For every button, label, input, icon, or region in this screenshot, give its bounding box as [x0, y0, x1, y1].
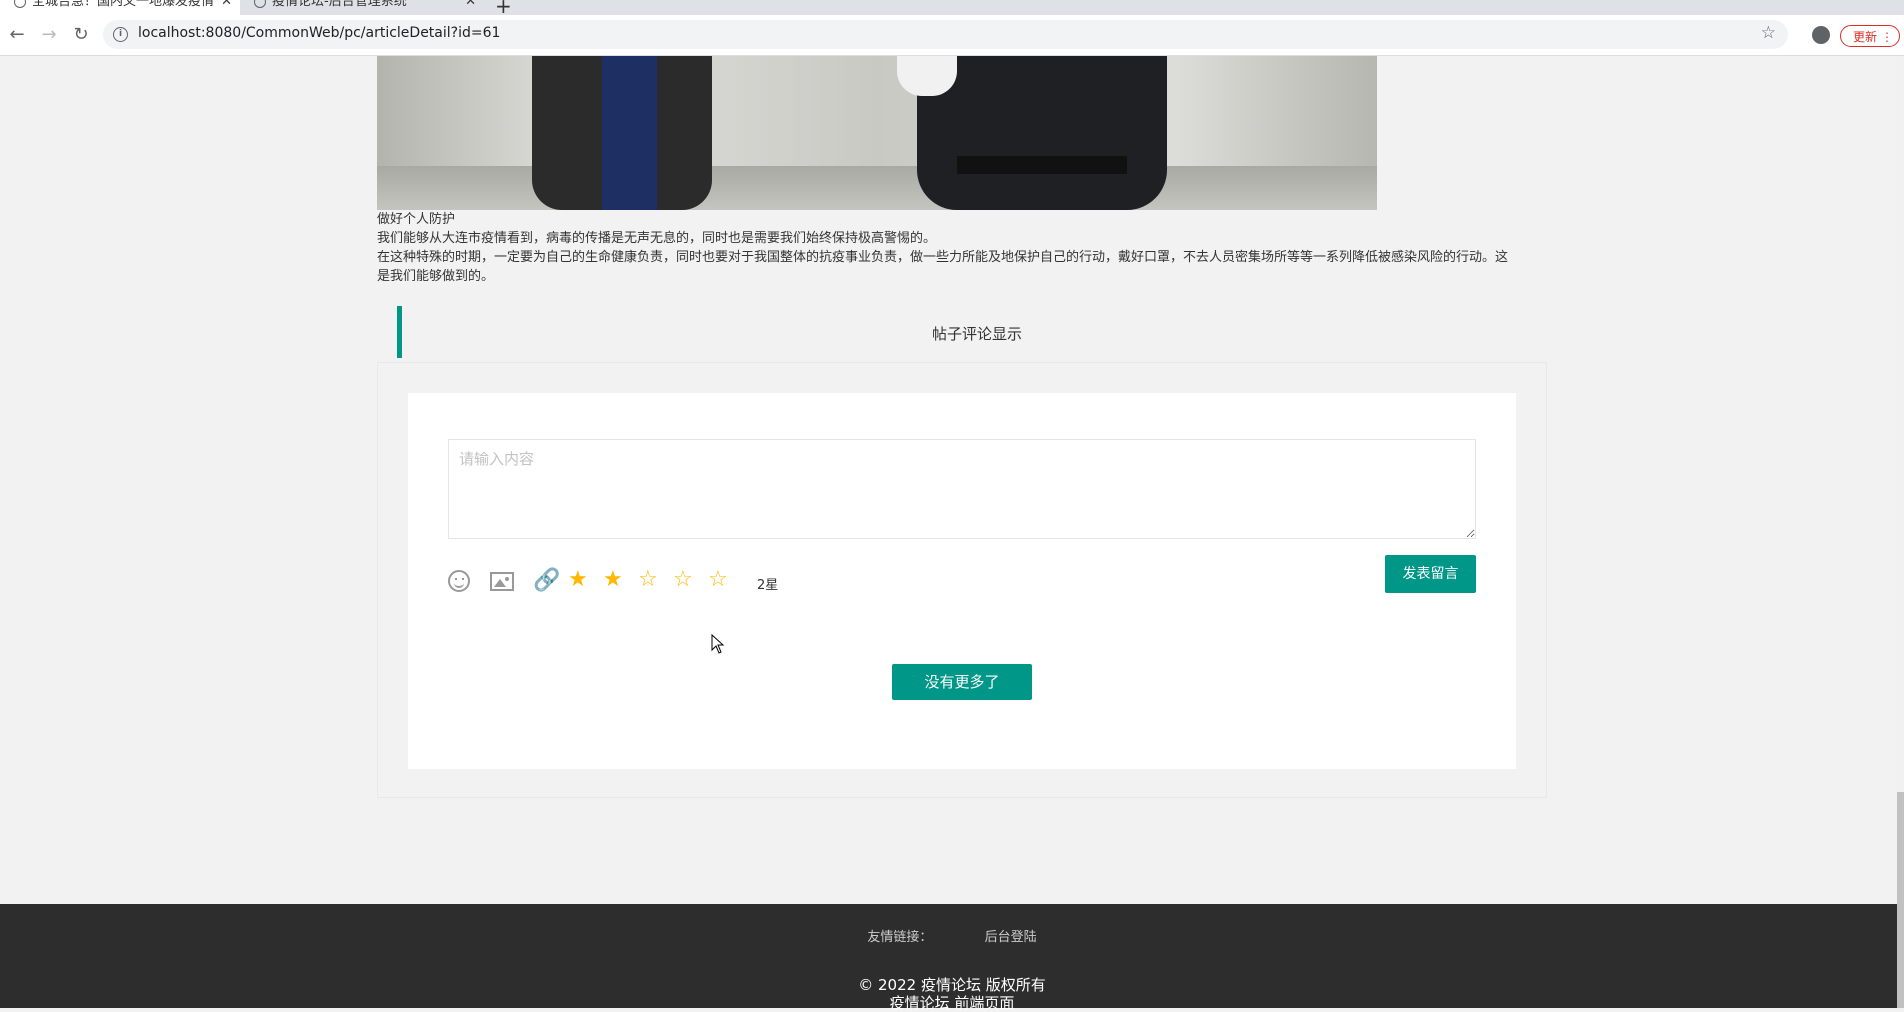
article-paragraph: 在这种特殊的时期，一定要为自己的生命健康负责，同时也要对于我国整体的抗疫事业负责… [377, 250, 1509, 284]
scrollbar-thumb[interactable] [1897, 792, 1904, 1008]
globe-icon [254, 0, 266, 8]
footer-copyright: © 2022 疫情论坛 版权所有 疫情论坛 前端页面 [0, 976, 1904, 1012]
comments-title-text: 帖子评论显示 [931, 325, 1022, 343]
browser-toolbar: ← → ↻ i localhost:8080/CommonWeb/pc/arti… [0, 15, 1904, 56]
comments-section-title: 帖子评论显示 [397, 306, 1552, 358]
article-image [377, 56, 1377, 210]
friend-links-label: 友情链接： [867, 930, 933, 945]
info-icon[interactable]: i [113, 27, 128, 42]
url-text[interactable]: localhost:8080/CommonWeb/pc/articleDetai… [138, 25, 500, 41]
copyright-text: © 2022 疫情论坛 版权所有 [858, 976, 1046, 994]
no-more-button[interactable]: 没有更多了 [892, 664, 1032, 700]
page-scrollbar[interactable] [1897, 56, 1904, 1008]
close-icon[interactable]: ✕ [465, 0, 476, 13]
photo-floor [377, 166, 1377, 210]
tab-admin[interactable]: 疫情论坛-后台管理系统 ✕ [254, 0, 484, 15]
back-icon[interactable]: ← [6, 24, 28, 45]
close-icon[interactable]: ✕ [221, 0, 232, 13]
footer-links: 友情链接： 后台登陆 [0, 926, 1904, 945]
menu-dots-icon: ⋮ [1881, 30, 1893, 44]
update-label: 更新 [1853, 30, 1878, 44]
address-bar[interactable]: i localhost:8080/CommonWeb/pc/articleDet… [103, 20, 1788, 49]
footer-subtitle: 疫情论坛 前端页面 [889, 994, 1015, 1012]
photo-wall [377, 56, 1377, 166]
article-paragraph: 做好个人防护 [377, 212, 456, 227]
globe-icon [14, 0, 26, 8]
update-button[interactable]: 更新 ⋮ [1840, 25, 1900, 47]
profile-avatar-icon[interactable] [1812, 26, 1830, 44]
comments-container: 🔗 ★ ★ ☆ ☆ ☆ 2星 发表留言 没有更多了 [377, 362, 1547, 798]
forward-icon[interactable]: → [38, 24, 60, 45]
photo-belt [957, 156, 1127, 174]
rating-star-5-icon[interactable]: ☆ [708, 568, 728, 592]
tab-article[interactable]: 全城告急！国内又一地爆发疫情 ✕ [0, 0, 240, 15]
new-tab-button[interactable]: + [495, 0, 512, 15]
rating-star-4-icon[interactable]: ☆ [673, 568, 693, 592]
rating-star-1-icon[interactable]: ★ [568, 568, 588, 592]
rating-star-2-icon[interactable]: ★ [603, 568, 623, 592]
bookmark-star-icon[interactable]: ☆ [1761, 23, 1776, 43]
photo-glove [897, 56, 957, 96]
tab-label: 全城告急！国内又一地爆发疫情 [32, 0, 215, 9]
rating-star-3-icon[interactable]: ☆ [638, 568, 658, 592]
link-icon[interactable]: 🔗 [533, 570, 560, 592]
comment-textarea[interactable] [448, 439, 1476, 539]
article-paragraph: 我们能够从大连市疫情看到，病毒的传播是无声无息的，同时也是需要我们始终保持极高警… [377, 231, 937, 246]
rating-label: 2星 [757, 578, 779, 593]
page-footer: 友情链接： 后台登陆 © 2022 疫情论坛 版权所有 疫情论坛 前端页面 [0, 904, 1904, 1012]
admin-login-link[interactable]: 后台登陆 [985, 930, 1037, 945]
reload-icon[interactable]: ↻ [70, 24, 92, 45]
emoji-icon[interactable] [448, 570, 470, 592]
comment-form: 🔗 ★ ★ ☆ ☆ ☆ 2星 发表留言 没有更多了 [408, 393, 1516, 769]
article-body: 做好个人防护 我们能够从大连市疫情看到，病毒的传播是无声无息的，同时也是需要我们… [377, 210, 1517, 286]
photo-shirt [602, 56, 657, 210]
browser-tabbar: 全城告急！国内又一地爆发疫情 ✕ 疫情论坛-后台管理系统 ✕ + [0, 0, 1904, 15]
tab-label: 疫情论坛-后台管理系统 [272, 0, 407, 9]
post-comment-button[interactable]: 发表留言 [1385, 555, 1476, 593]
image-icon[interactable] [490, 572, 514, 591]
